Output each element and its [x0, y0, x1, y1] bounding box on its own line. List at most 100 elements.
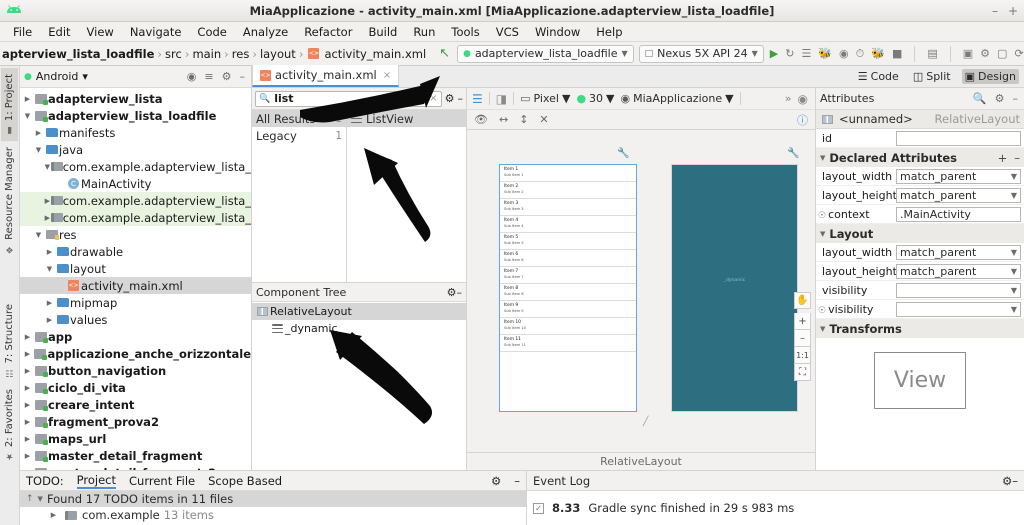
menu-item-tools[interactable]: Tools	[444, 24, 486, 40]
chevron-icon[interactable]: ▶	[22, 401, 33, 409]
chevron-down-icon[interactable]: ▼	[1011, 248, 1017, 257]
tree-item[interactable]: ▶ fragment_prova2	[20, 413, 251, 430]
editor-tab-activity-main[interactable]: <> activity_main.xml ×	[252, 65, 400, 87]
todo-results[interactable]: ↑ ▼ Found 17 TODO items in 11 files ▶ co…	[20, 491, 526, 525]
preview-list-item[interactable]: Item 10 Sub Item 10	[500, 318, 636, 335]
minimize-icon[interactable]: –	[1012, 474, 1018, 488]
chevron-icon[interactable]: ▶	[22, 367, 33, 375]
tree-item[interactable]: ▶ drawable	[20, 243, 251, 260]
remove-attribute-button[interactable]: –	[1014, 151, 1020, 165]
menu-item-navigate[interactable]: Navigate	[123, 24, 189, 40]
profiler-icon[interactable]: ⏱	[856, 47, 865, 61]
preview-list-item[interactable]: Item 9 Sub Item 9	[500, 301, 636, 318]
stop-icon[interactable]: ■	[892, 47, 902, 60]
tree-item[interactable]: ▶ button_navigation	[20, 362, 251, 379]
run-icon[interactable]: ▶	[770, 47, 778, 60]
back-arrow-icon[interactable]: ↖	[436, 46, 453, 61]
breadcrumb-src[interactable]: src	[165, 47, 182, 61]
attribute-value-field[interactable]: match_parent ▼	[896, 187, 1021, 203]
menu-item-edit[interactable]: Edit	[41, 24, 77, 40]
collapse-all-icon[interactable]: ≡	[202, 70, 215, 83]
zoom-in-button[interactable]: +	[794, 313, 811, 330]
module-selector[interactable]: ● adapterview_lista_loadfile ▼	[457, 44, 634, 63]
blueprint-toggle-icon[interactable]: ◨	[496, 92, 507, 106]
chevron-icon[interactable]: ▶	[44, 248, 55, 256]
minimize-icon[interactable]: –	[1011, 92, 1021, 105]
overflow-icon[interactable]: »	[785, 92, 792, 105]
chevron-down-icon[interactable]: ▼	[38, 495, 43, 503]
sdk-manager-icon[interactable]: ⚙	[980, 47, 990, 60]
sync-gradle-icon[interactable]: ⟳	[1014, 47, 1023, 60]
tree-item[interactable]: ▶ app	[20, 328, 251, 345]
palette-category-all-results[interactable]: All Results 1	[252, 110, 346, 127]
breadcrumb-layout[interactable]: layout	[260, 47, 296, 61]
palette-result-listview[interactable]: ListView	[347, 110, 466, 127]
device-file-explorer-icon[interactable]: ▢	[997, 47, 1007, 60]
resize-handle[interactable]: ╱	[643, 417, 648, 427]
preview-list-item[interactable]: Item 1 Sub Item 1	[500, 165, 636, 182]
sidebar-item-resource-manager[interactable]: ❖ Resource Manager	[1, 141, 18, 260]
chevron-down-icon[interactable]: ▼	[1011, 172, 1017, 181]
todo-tab-project[interactable]: Project	[76, 473, 117, 489]
maximize-button[interactable]: +	[1008, 5, 1018, 17]
preview-list-item[interactable]: Item 6 Sub Item 6	[500, 250, 636, 267]
apply-changes-icon[interactable]: ☰	[801, 47, 811, 60]
eye-icon[interactable]: 👁	[474, 113, 488, 126]
tree-item[interactable]: ▶ ciclo_di_vita	[20, 379, 251, 396]
layout-section[interactable]: ▼ Layout	[816, 224, 1024, 243]
menu-item-run[interactable]: Run	[406, 24, 442, 40]
tree-item[interactable]: ▶ manifests	[20, 124, 251, 141]
preview-list-item[interactable]: Item 3 Sub Item 3	[500, 199, 636, 216]
minimize-icon[interactable]: –	[457, 286, 463, 299]
chevron-icon[interactable]: ▶	[44, 299, 55, 307]
chevron-icon[interactable]: ▼	[33, 231, 44, 239]
layout-inspector-icon[interactable]: ▣	[963, 47, 973, 60]
device-preview[interactable]: Item 1 Sub Item 1 Item 2 Sub Item 2 Item 3 Su…	[499, 164, 637, 412]
chevron-icon[interactable]: ▼	[44, 163, 51, 171]
tree-item[interactable]: ▼ com.example.adapterview_lista_	[20, 158, 251, 175]
tree-item[interactable]: C MainActivity	[20, 175, 251, 192]
debug-icon[interactable]: 🐝	[818, 47, 832, 60]
breadcrumb-res[interactable]: res	[232, 47, 250, 61]
horizontal-constraint-icon[interactable]: ↔	[499, 113, 508, 126]
gear-icon[interactable]: ⚙	[445, 92, 455, 105]
device-config-selector[interactable]: ▭ Pixel ▼	[520, 92, 570, 105]
vertical-constraint-icon[interactable]: ↕	[519, 113, 528, 126]
locate-icon[interactable]: ◉	[185, 70, 199, 83]
sidebar-item-project[interactable]: ▮ 1: Project	[1, 68, 18, 142]
design-canvas[interactable]: 🔧 🔧 Item 1 Sub Item 1 Item 2 Sub Item 2 Item…	[467, 130, 815, 470]
tree-item[interactable]: ▶ maps_url	[20, 430, 251, 447]
chevron-icon[interactable]: ▼	[33, 146, 44, 154]
tree-item[interactable]: ▶ mipmap	[20, 294, 251, 311]
declared-attributes-section[interactable]: ▼ Declared Attributes + –	[816, 148, 1024, 167]
component-tree-node-relativelayout[interactable]: RelativeLayout	[252, 303, 466, 320]
project-tree[interactable]: ▶ adapterview_lista ▼ adapterview_lista_loa…	[20, 88, 251, 470]
view-mode-design[interactable]: ▣ Design	[961, 68, 1019, 84]
palette-search-input[interactable]: 🔍 list ×	[255, 90, 442, 107]
debug-apk-icon[interactable]: 🐝	[871, 47, 885, 60]
attribute-value-field[interactable]: ▼	[896, 282, 1021, 298]
menu-item-window[interactable]: Window	[528, 24, 587, 40]
up-arrow-icon[interactable]: ↑	[26, 494, 34, 504]
tree-item[interactable]: ▶ values	[20, 311, 251, 328]
view-mode-code[interactable]: ☰ Code	[855, 69, 902, 84]
breadcrumb-main[interactable]: main	[192, 47, 221, 61]
tree-item[interactable]: ▼ adapterview_lista_loadfile	[20, 107, 251, 124]
chevron-right-icon[interactable]: ▶	[48, 511, 59, 519]
tree-item[interactable]: ▼ res	[20, 226, 251, 243]
todo-tab-scope-based[interactable]: Scope Based	[208, 474, 282, 488]
preview-list-item[interactable]: Item 2 Sub Item 2	[500, 182, 636, 199]
sidebar-item-structure[interactable]: ☷ 7: Structure	[1, 298, 18, 383]
design-surface-icon[interactable]: ☰	[472, 92, 483, 106]
project-view-selector[interactable]: ● Android ▾	[24, 70, 88, 83]
gear-icon[interactable]: ⚙	[447, 286, 457, 299]
component-tree-node-dynamic[interactable]: _dynamic	[252, 320, 466, 337]
chevron-icon[interactable]: ▼	[44, 265, 55, 273]
palette-category-legacy[interactable]: Legacy 1	[252, 127, 346, 144]
tree-item[interactable]: ▶ com.example.adapterview_lista_	[20, 192, 251, 209]
search-icon[interactable]: 🔍	[971, 92, 989, 105]
chevron-down-icon[interactable]: ▼	[1011, 267, 1017, 276]
gear-icon[interactable]: ⚙	[993, 92, 1007, 105]
chevron-icon[interactable]: ▶	[44, 316, 55, 324]
breadcrumb-file[interactable]: activity_main.xml	[324, 47, 426, 61]
